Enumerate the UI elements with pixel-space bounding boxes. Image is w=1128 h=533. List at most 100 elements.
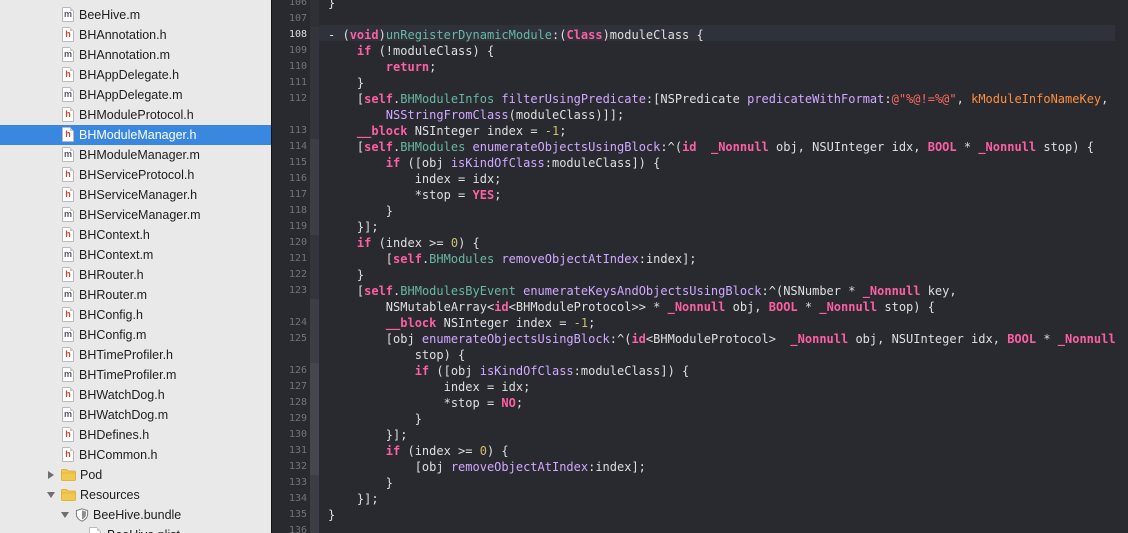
line-number[interactable]: 113 xyxy=(272,123,307,139)
code-line[interactable]: return; xyxy=(328,59,437,75)
navigator-item-bhcontext-m[interactable]: m BHContext.m xyxy=(0,245,271,265)
code-line[interactable]: index = idx; xyxy=(328,379,531,395)
navigator-item-bhservicemanager-m[interactable]: m BHServiceManager.m xyxy=(0,205,271,225)
line-number[interactable]: 128 xyxy=(272,395,307,411)
code-line[interactable]: index = idx; xyxy=(328,171,502,187)
navigator-item-bhtimeprofiler-m[interactable]: m BHTimeProfiler.m xyxy=(0,365,271,385)
code-line[interactable]: [self.BHModules enumerateObjectsUsingBlo… xyxy=(328,139,1094,155)
line-number[interactable]: 124 xyxy=(272,315,307,331)
disclosure-expanded-icon[interactable] xyxy=(60,510,70,520)
line-number[interactable]: 121 xyxy=(272,251,307,267)
line-number[interactable]: 119 xyxy=(272,219,307,235)
navigator-item-pod[interactable]: Pod xyxy=(0,465,271,485)
navigator-item-bhconfig-h[interactable]: h BHConfig.h xyxy=(0,305,271,325)
code-line[interactable]: *stop = YES; xyxy=(328,187,502,203)
navigator-item-bhconfig-m[interactable]: m BHConfig.m xyxy=(0,325,271,345)
code-line[interactable]: } xyxy=(328,507,335,523)
code-line[interactable]: if (index >= 0) { xyxy=(328,443,509,459)
line-number[interactable]: 118 xyxy=(272,203,307,219)
navigator-item-bhserviceprotocol-h[interactable]: h BHServiceProtocol.h xyxy=(0,165,271,185)
code-line[interactable]: stop) { xyxy=(328,347,466,363)
code-line[interactable]: if ([obj isKindOfClass:moduleClass]) { xyxy=(328,363,690,379)
code-token: _Nonnull xyxy=(819,300,878,314)
code-line[interactable]: }]; xyxy=(328,427,408,443)
code-line[interactable]: }]; xyxy=(328,219,379,235)
code-line[interactable]: [obj removeObjectAtIndex:index]; xyxy=(328,459,646,475)
code-line[interactable]: [self.BHModules removeObjectAtIndex:inde… xyxy=(328,251,697,267)
navigator-item-bhtimeprofiler-h[interactable]: h BHTimeProfiler.h xyxy=(0,345,271,365)
code-line[interactable]: __block NSInteger index = -1; xyxy=(328,123,567,139)
fold-region[interactable] xyxy=(310,139,319,235)
navigator-item-bhcontext-h[interactable]: h BHContext.h xyxy=(0,225,271,245)
line-number[interactable]: 122 xyxy=(272,267,307,283)
navigator-item-beehive-m[interactable]: m BeeHive.m xyxy=(0,5,271,25)
line-number[interactable]: 134 xyxy=(272,491,307,507)
line-number[interactable]: 116 xyxy=(272,171,307,187)
source-editor[interactable]: 106 107 108 109 110 111 112 113 114 115 116 117 118 1… xyxy=(272,0,1128,533)
code-line[interactable]: } xyxy=(328,0,335,11)
disclosure-expanded-icon[interactable] xyxy=(46,490,56,500)
code-line[interactable]: NSMutableArray<id<BHModuleProtocol>> * _… xyxy=(328,299,935,315)
line-number[interactable]: 135 xyxy=(272,507,307,523)
disclosure-collapsed-icon[interactable] xyxy=(46,470,56,480)
line-number[interactable]: 109 xyxy=(272,43,307,59)
line-number[interactable]: 110 xyxy=(272,59,307,75)
code-line[interactable]: [self.BHModuleInfos filterUsingPredicate… xyxy=(328,91,1108,107)
code-line[interactable]: [self.BHModulesByEvent enumerateKeysAndO… xyxy=(328,283,957,299)
navigator-item-bhwatchdog-m[interactable]: m BHWatchDog.m xyxy=(0,405,271,425)
line-number[interactable]: 132 xyxy=(272,459,307,475)
code-line[interactable]: [obj enumerateObjectsUsingBlock:^(id<BHM… xyxy=(328,331,1116,347)
line-number[interactable]: 126 xyxy=(272,363,307,379)
navigator-item-bhdefines-h[interactable]: h BHDefines.h xyxy=(0,425,271,445)
line-number[interactable]: 111 xyxy=(272,75,307,91)
navigator-item-bhservicemanager-h[interactable]: h BHServiceManager.h xyxy=(0,185,271,205)
code-line[interactable]: *stop = NO; xyxy=(328,395,523,411)
navigator-item-bhannotation-h[interactable]: h BHAnnotation.h xyxy=(0,25,271,45)
line-number[interactable]: 117 xyxy=(272,187,307,203)
line-number[interactable]: 129 xyxy=(272,411,307,427)
line-number[interactable]: 130 xyxy=(272,427,307,443)
navigator-item-bhmodulemanager-m[interactable]: m BHModuleManager.m xyxy=(0,145,271,165)
navigator-item-bhrouter-h[interactable]: h BHRouter.h xyxy=(0,265,271,285)
code-line[interactable]: }]; xyxy=(328,491,379,507)
line-number[interactable]: 106 xyxy=(272,0,307,11)
navigator-item-bhappdelegate-h[interactable]: h BHAppDelegate.h xyxy=(0,65,271,85)
line-number[interactable]: 115 xyxy=(272,155,307,171)
navigator-item-beehive-bundle[interactable]: BeeHive.bundle xyxy=(0,505,271,525)
code-line[interactable]: } xyxy=(328,475,393,491)
code-line[interactable]: if ([obj isKindOfClass:moduleClass]) { xyxy=(328,155,661,171)
navigator-item-resources[interactable]: Resources xyxy=(0,485,271,505)
header-file-icon: h xyxy=(62,427,74,442)
navigator-item-bhrouter-m[interactable]: m BHRouter.m xyxy=(0,285,271,305)
code-line[interactable]: } xyxy=(328,267,364,283)
navigator-item-bhwatchdog-h[interactable]: h BHWatchDog.h xyxy=(0,385,271,405)
code-token: :( xyxy=(552,28,567,42)
navigator-item-bhappdelegate-m[interactable]: m BHAppDelegate.m xyxy=(0,85,271,105)
code-line[interactable]: NSStringFromClass(moduleClass)]]; xyxy=(328,107,624,123)
code-line[interactable]: if (!moduleClass) { xyxy=(328,43,494,59)
line-number[interactable]: 127 xyxy=(272,379,307,395)
navigator-item-bhmoduleprotocol-h[interactable]: h BHModuleProtocol.h xyxy=(0,105,271,125)
fold-region[interactable] xyxy=(310,363,319,475)
navigator-item-bhcommon-h[interactable]: h BHCommon.h xyxy=(0,445,271,465)
code-line[interactable]: } xyxy=(328,203,393,219)
code-folding-ribbon[interactable] xyxy=(310,0,319,533)
code-line[interactable]: - (void)unRegisterDynamicModule:(Class)m… xyxy=(328,27,704,43)
code-line[interactable]: if (index >= 0) { xyxy=(328,235,480,251)
code-line[interactable]: } xyxy=(328,411,422,427)
navigator-item-beehive-plist[interactable]: BeeHive.plist xyxy=(0,525,271,533)
navigator-item-bhannotation-m[interactable]: m BHAnnotation.m xyxy=(0,45,271,65)
line-number[interactable]: 112 xyxy=(272,91,307,107)
code-line[interactable]: } xyxy=(328,75,364,91)
line-number[interactable]: 108 xyxy=(272,27,307,43)
line-number[interactable]: 107 xyxy=(272,11,307,27)
line-number[interactable]: 123 xyxy=(272,283,307,299)
line-number[interactable]: 125 xyxy=(272,331,307,347)
code-line[interactable]: __block NSInteger index = -1; xyxy=(328,315,596,331)
line-number[interactable]: 114 xyxy=(272,139,307,155)
navigator-item-bhmodulemanager-h[interactable]: h BHModuleManager.h xyxy=(0,125,271,145)
line-number[interactable]: 131 xyxy=(272,443,307,459)
line-number[interactable]: 133 xyxy=(272,475,307,491)
line-number[interactable]: 120 xyxy=(272,235,307,251)
line-number[interactable]: 136 xyxy=(272,523,307,533)
